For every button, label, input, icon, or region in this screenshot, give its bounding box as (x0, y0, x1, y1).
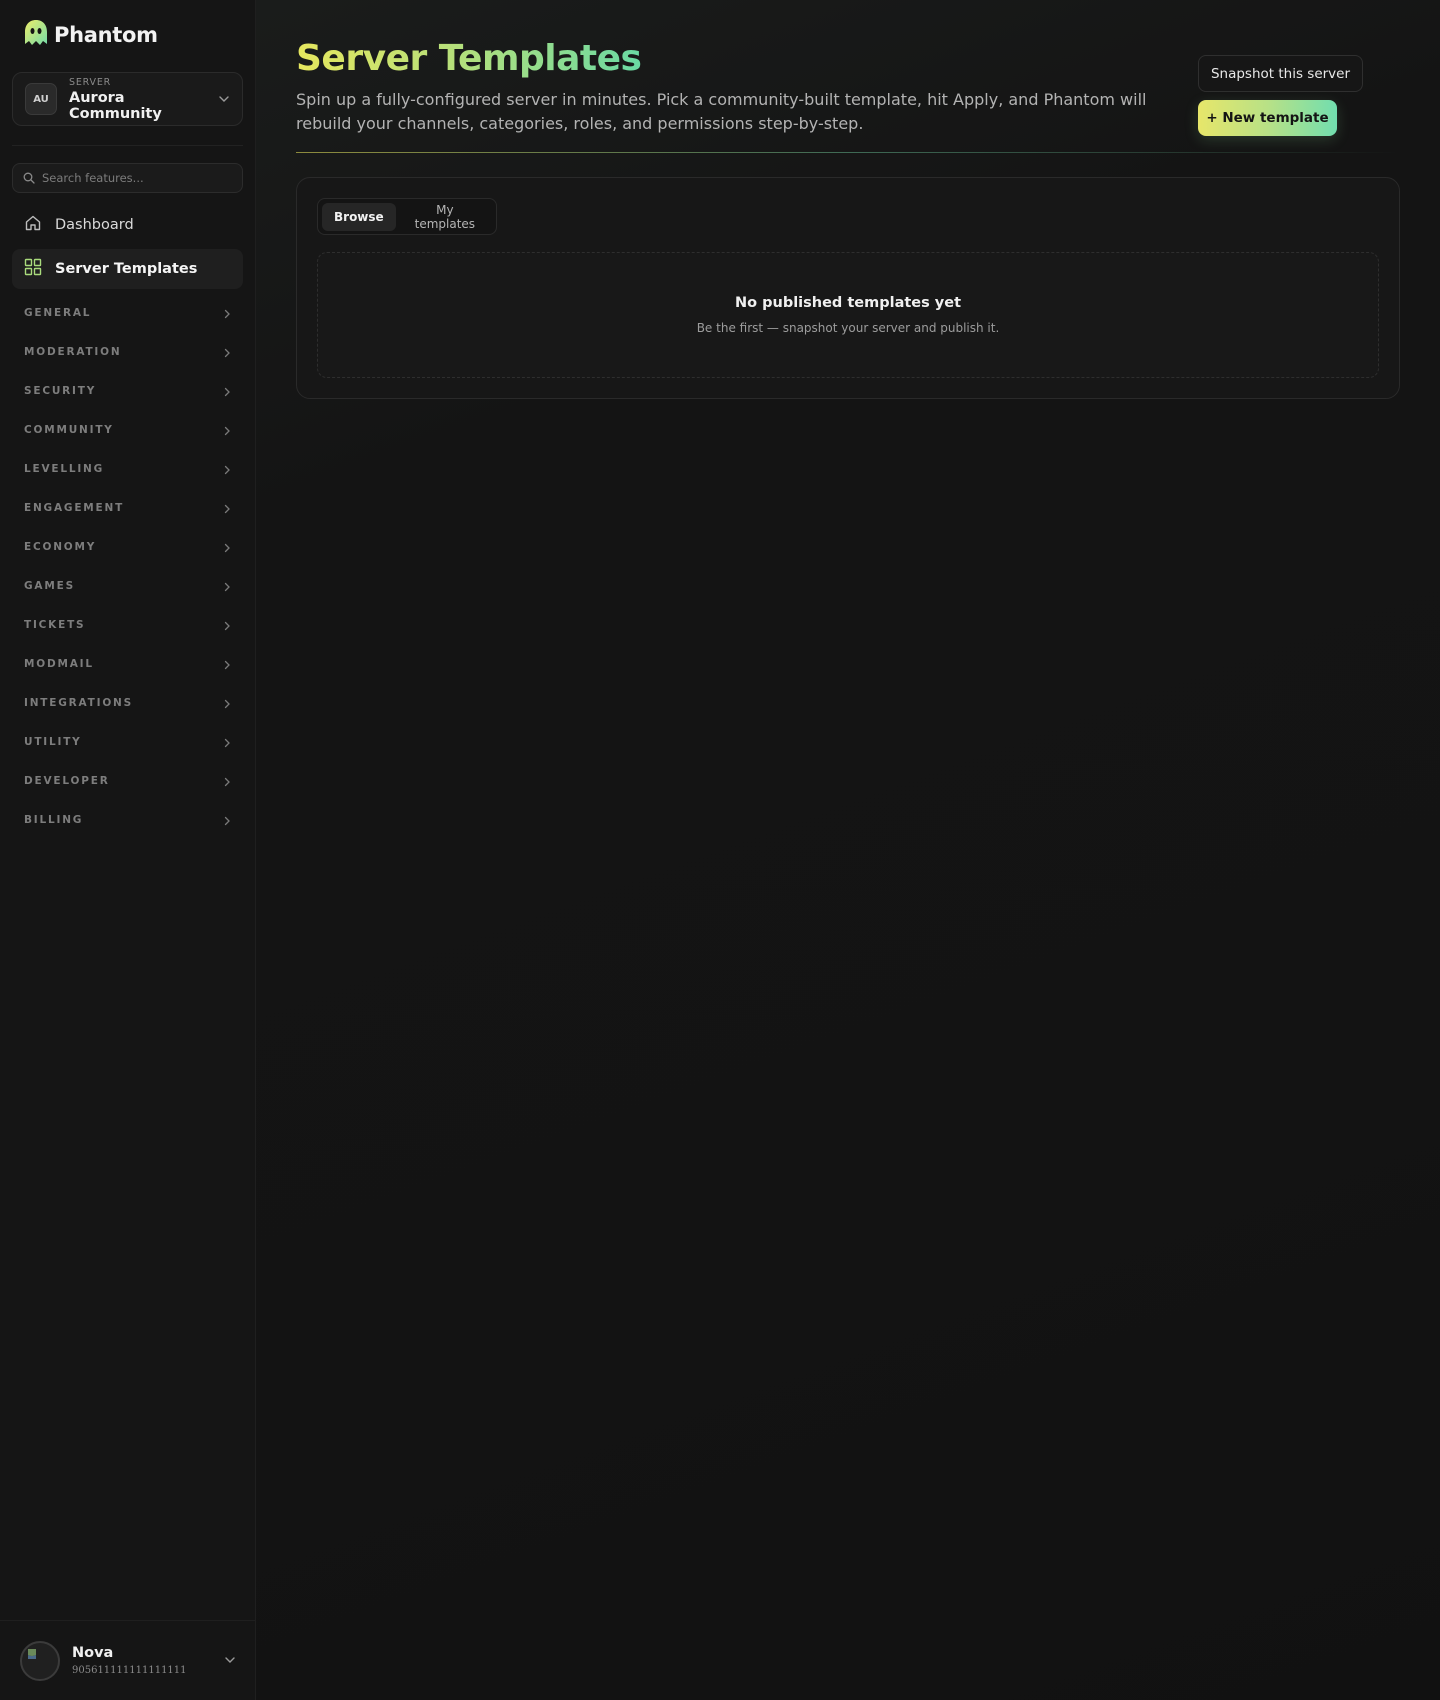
section-moderation[interactable]: MODERATION (12, 337, 243, 367)
snapshot-server-button[interactable]: Snapshot this server (1198, 55, 1363, 92)
section-games[interactable]: GAMES (12, 571, 243, 601)
chevron-right-icon (223, 421, 231, 440)
section-label: TICKETS (24, 619, 86, 631)
section-billing[interactable]: BILLING (12, 805, 243, 835)
section-label: GENERAL (24, 307, 92, 319)
nav-item-server-templates[interactable]: Server Templates (12, 249, 243, 289)
chevron-right-icon (223, 304, 231, 323)
search-input[interactable] (42, 171, 232, 185)
nav-item-dashboard[interactable]: Dashboard (12, 205, 243, 245)
chevron-right-icon (223, 538, 231, 557)
section-label: MODMAIL (24, 658, 94, 670)
chevron-right-icon (223, 577, 231, 596)
section-developer[interactable]: DEVELOPER (12, 766, 243, 796)
empty-state: No published templates yet Be the first … (317, 252, 1379, 378)
main-content: Server Templates Spin up a fully-configu… (256, 0, 1440, 1700)
tab-bar: Browse My templates (317, 198, 497, 235)
section-label: MODERATION (24, 346, 122, 358)
empty-state-subtitle: Be the first — snapshot your server and … (696, 321, 1000, 335)
section-tickets[interactable]: TICKETS (12, 610, 243, 640)
page-description: Spin up a fully-configured server in min… (296, 90, 1147, 133)
chevron-down-icon (218, 90, 230, 109)
chevron-right-icon (223, 499, 231, 518)
templates-card: Browse My templates No published templat… (296, 177, 1400, 399)
sidebar-search[interactable] (12, 163, 243, 193)
user-menu[interactable]: Nova 905611111111111111 (0, 1620, 256, 1700)
user-id: 905611111111111111 (72, 1665, 187, 1676)
section-integrations[interactable]: INTEGRATIONS (12, 688, 243, 718)
search-icon (23, 169, 35, 188)
sidebar-divider (12, 145, 243, 146)
chevron-right-icon (223, 343, 231, 362)
chevron-right-icon (223, 616, 231, 635)
section-label: BILLING (24, 814, 84, 826)
brand[interactable]: Phantom (22, 20, 158, 50)
section-levelling[interactable]: LEVELLING (12, 454, 243, 484)
section-modmail[interactable]: MODMAIL (12, 649, 243, 679)
user-name: Nova (72, 1645, 114, 1661)
empty-state-title: No published templates yet (734, 295, 962, 311)
section-security[interactable]: SECURITY (12, 376, 243, 406)
section-label: GAMES (24, 580, 75, 592)
grid-icon (24, 258, 42, 280)
home-icon (24, 214, 42, 236)
section-utility[interactable]: UTILITY (12, 727, 243, 757)
chevron-right-icon (223, 694, 231, 713)
server-name: Aurora Community (69, 89, 162, 122)
server-label: SERVER (69, 76, 112, 88)
section-label: INTEGRATIONS (24, 697, 133, 709)
section-label: ENGAGEMENT (24, 502, 125, 514)
section-economy[interactable]: ECONOMY (12, 532, 243, 562)
chevron-right-icon (223, 811, 231, 830)
server-switcher[interactable]: AU SERVER Aurora Community (12, 72, 243, 126)
new-template-button[interactable]: + New template (1198, 100, 1337, 136)
chevron-right-icon (223, 460, 231, 479)
chevron-right-icon (223, 772, 231, 791)
page-title: Server Templates (296, 38, 642, 79)
chevron-right-icon (223, 733, 231, 752)
sidebar: Phantom AU SERVER Aurora Community Dashb… (0, 0, 256, 1700)
section-label: DEVELOPER (24, 775, 110, 787)
section-label: UTILITY (24, 736, 82, 748)
section-label: COMMUNITY (24, 424, 114, 436)
chevron-down-icon (224, 1651, 236, 1670)
chevron-right-icon (223, 382, 231, 401)
nav-label-server-templates: Server Templates (55, 261, 198, 277)
section-general[interactable]: GENERAL (12, 298, 243, 328)
title-divider (296, 152, 1400, 153)
section-label: LEVELLING (24, 463, 105, 475)
brand-name: Phantom (54, 23, 158, 47)
server-avatar: AU (25, 83, 57, 115)
nav-label-dashboard: Dashboard (55, 217, 134, 233)
section-label: ECONOMY (24, 541, 97, 553)
tab-browse[interactable]: Browse (322, 202, 396, 231)
section-community[interactable]: COMMUNITY (12, 415, 243, 445)
section-engagement[interactable]: ENGAGEMENT (12, 493, 243, 523)
ghost-icon (22, 18, 50, 52)
section-label: SECURITY (24, 385, 97, 397)
tab-my-templates[interactable]: My templates (398, 203, 492, 231)
chevron-right-icon (223, 655, 231, 674)
avatar (20, 1640, 60, 1681)
